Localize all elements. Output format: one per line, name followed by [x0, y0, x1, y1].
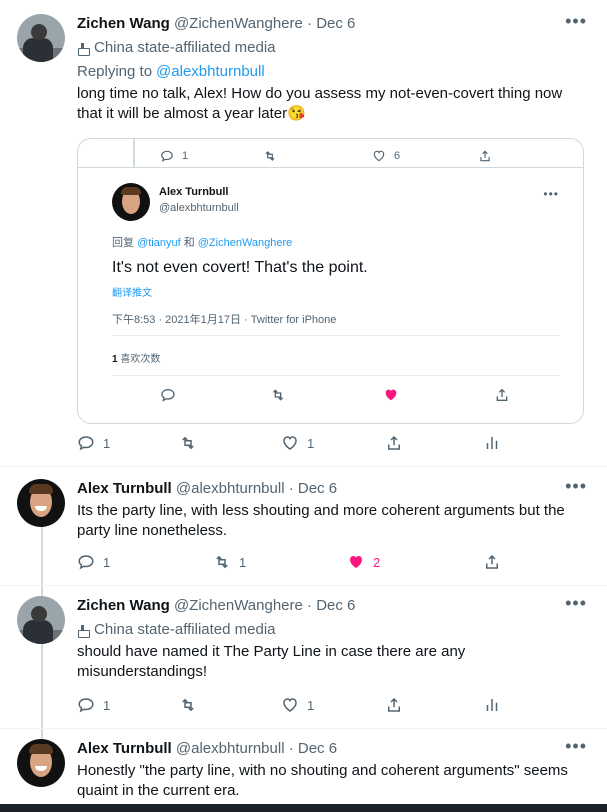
quote-like-action-2[interactable]: [383, 387, 399, 403]
quote-retweet-action[interactable]: [263, 149, 277, 163]
retweet-icon: [182, 436, 194, 450]
tweet[interactable]: Zichen Wang @ZichenWanghere · Dec 6 ••• …: [0, 0, 607, 467]
reply-icon: [78, 436, 94, 451]
bottom-bar: [0, 804, 607, 812]
tweet-actions: 1 1: [77, 696, 517, 716]
share-icon: [496, 388, 508, 401]
quote-reply-action-2[interactable]: [160, 387, 176, 403]
share-button[interactable]: [483, 553, 501, 571]
tweet-text: long time no talk, Alex! How do you asse…: [77, 85, 563, 122]
more-icon[interactable]: •••: [565, 477, 587, 495]
share-icon: [480, 150, 490, 162]
avatar[interactable]: [17, 596, 65, 644]
tweet-actions: 1 1: [77, 434, 517, 454]
like-icon: [283, 436, 297, 450]
quote-text: It's not even covert! That's the point.: [112, 259, 368, 276]
tweet-date[interactable]: · Dec 6: [289, 740, 337, 757]
avatar[interactable]: [17, 14, 65, 62]
tweet-date[interactable]: · Dec 6: [307, 597, 355, 614]
translate-link[interactable]: 翻译推文: [112, 284, 152, 299]
state-media-label: China state-affiliated media: [77, 38, 587, 58]
replying-to: Replying to @alexbhturnbull: [77, 62, 265, 82]
retweet-icon: [265, 151, 275, 161]
more-icon[interactable]: •••: [565, 594, 587, 612]
reply-icon: [78, 555, 94, 570]
analytics-icon: [486, 699, 498, 711]
share-icon: [388, 697, 400, 712]
state-media-icon: [77, 624, 90, 638]
more-icon[interactable]: •••: [565, 12, 587, 30]
author-name[interactable]: Alex Turnbull: [77, 740, 172, 757]
retweet-icon: [182, 698, 194, 712]
like-button[interactable]: 2: [347, 553, 380, 571]
reply-icon: [78, 698, 94, 713]
quote-reply-action[interactable]: 1: [160, 149, 188, 163]
like-icon: [350, 556, 362, 568]
author-name[interactable]: Zichen Wang: [77, 15, 170, 32]
quote-avatar[interactable]: [112, 183, 150, 221]
author-handle[interactable]: @ZichenWanghere: [174, 597, 303, 614]
quote-reply-to: 回复 @tianyuf 和 @ZichenWanghere: [112, 237, 293, 249]
avatar[interactable]: [17, 739, 65, 787]
retweet-icon: [216, 555, 228, 569]
replying-handle-link[interactable]: @alexbhturnbull: [156, 62, 265, 82]
reply-button[interactable]: 1: [77, 553, 110, 571]
like-button[interactable]: 1: [281, 434, 314, 452]
share-button[interactable]: [385, 434, 403, 452]
like-icon: [283, 698, 297, 712]
share-icon: [388, 435, 400, 450]
divider: [112, 335, 560, 336]
quote-share-action[interactable]: [478, 149, 492, 163]
tweet-text: should have named it The Party Line in c…: [77, 643, 466, 680]
more-icon[interactable]: •••: [565, 737, 587, 755]
tweet[interactable]: Zichen Wang @ZichenWanghere · Dec 6 ••• …: [0, 586, 607, 729]
analytics-button[interactable]: [483, 434, 501, 452]
quote-share-action-2[interactable]: [494, 387, 510, 403]
share-icon: [486, 554, 498, 569]
retweet-icon: [272, 389, 284, 401]
share-button[interactable]: [385, 696, 403, 714]
retweet-button[interactable]: 1: [213, 553, 246, 571]
like-button[interactable]: 1: [281, 696, 314, 714]
quote-author-handle[interactable]: @alexbhturnbull: [159, 202, 239, 214]
analytics-icon: [486, 437, 498, 449]
author-handle[interactable]: @alexbhturnbull: [176, 740, 285, 757]
quote-meta: 下午8:53 · 2021年1月17日 · Twitter for iPhone: [112, 314, 337, 326]
tweet-date[interactable]: · Dec 6: [307, 15, 355, 32]
analytics-button[interactable]: [483, 696, 501, 714]
retweet-button[interactable]: [179, 696, 205, 714]
reply-icon: [161, 150, 173, 162]
quote-author-name[interactable]: Alex Turnbull: [159, 186, 228, 198]
avatar[interactable]: [17, 479, 65, 527]
author-handle[interactable]: @ZichenWanghere: [174, 15, 303, 32]
author-handle[interactable]: @alexbhturnbull: [176, 480, 285, 497]
retweet-button[interactable]: [179, 434, 205, 452]
state-media-label: China state-affiliated media: [77, 620, 587, 640]
quoted-tweet[interactable]: 1 6 Alex Turnbull @alexbhturnbull ••• 回复…: [77, 138, 584, 424]
author-name[interactable]: Alex Turnbull: [77, 480, 172, 497]
like-icon: [385, 389, 397, 401]
divider: [112, 375, 560, 376]
tweet-text: Honestly "the party line, with no shouti…: [77, 762, 568, 799]
reply-handle-link[interactable]: @ZichenWanghere: [198, 237, 293, 249]
quote-retweet-action-2[interactable]: [270, 387, 286, 403]
reply-button[interactable]: 1: [77, 434, 110, 452]
state-media-icon: [77, 42, 90, 56]
tweet-actions: 1 1 2: [77, 553, 517, 573]
tweet-text: Its the party line, with less shouting a…: [77, 502, 565, 539]
quote-likes[interactable]: 1 喜欢次数: [112, 350, 160, 365]
quote-like-action[interactable]: 6: [372, 149, 400, 163]
like-icon: [373, 150, 385, 162]
author-name[interactable]: Zichen Wang: [77, 597, 170, 614]
tweet-date[interactable]: · Dec 6: [289, 480, 337, 497]
reply-handle-link[interactable]: @tianyuf: [137, 237, 181, 249]
reply-button[interactable]: 1: [77, 696, 110, 714]
tweet[interactable]: Alex Turnbull @alexbhturnbull · Dec 6 ••…: [0, 729, 607, 804]
quote-top-actions: 1 6: [78, 139, 583, 168]
more-icon[interactable]: •••: [543, 187, 559, 201]
reply-icon: [161, 388, 175, 402]
tweet[interactable]: Alex Turnbull @alexbhturnbull · Dec 6 ••…: [0, 467, 607, 586]
